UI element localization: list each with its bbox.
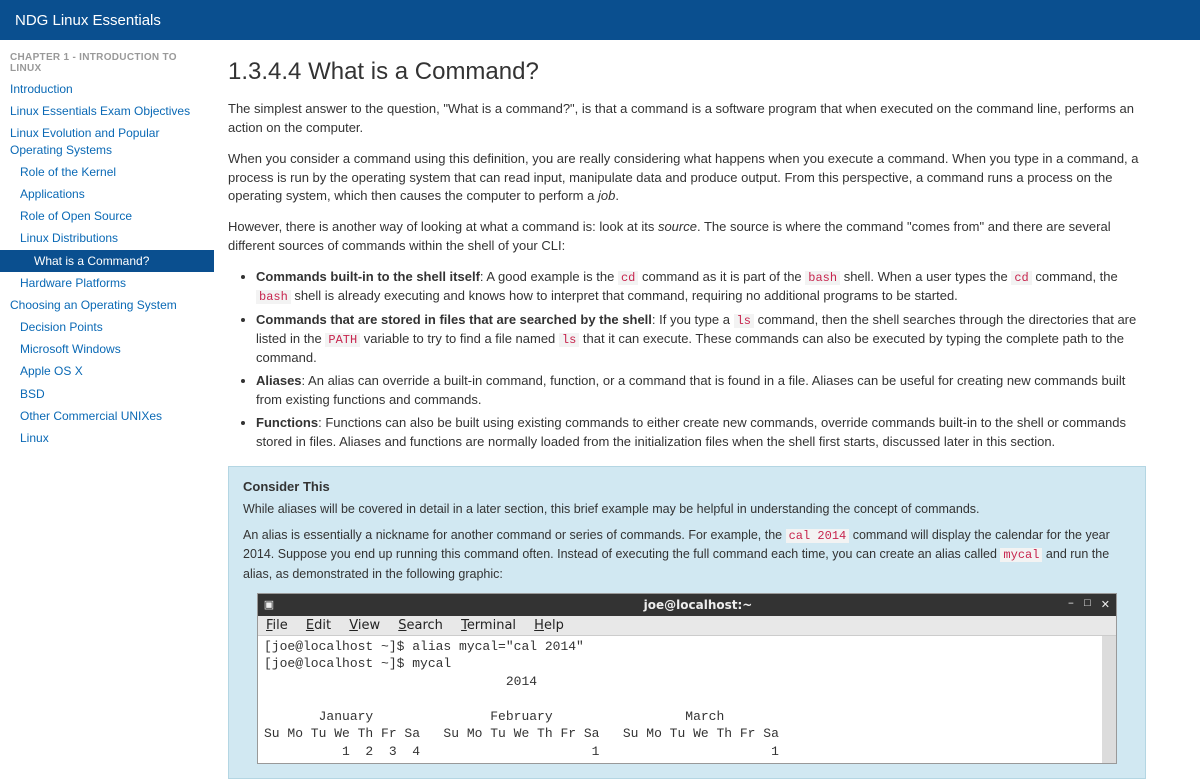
sidebar-item[interactable]: Apple OS X	[0, 360, 214, 382]
paragraph: However, there is another way of looking…	[228, 218, 1146, 256]
app-title: NDG Linux Essentials	[15, 12, 161, 29]
callout-paragraph: While aliases will be covered in detail …	[243, 500, 1131, 518]
content: 1.3.4.4 What is a Command? The simplest …	[214, 40, 1174, 779]
list-item: Aliases: An alias can override a built-i…	[256, 372, 1146, 410]
sidebar-item[interactable]: Microsoft Windows	[0, 338, 214, 360]
sidebar-item[interactable]: Choosing an Operating System	[0, 294, 214, 316]
sidebar: CHAPTER 1 - INTRODUCTION TO LINUX Introd…	[0, 40, 214, 779]
app-header: NDG Linux Essentials	[0, 0, 1200, 40]
sidebar-item[interactable]: BSD	[0, 383, 214, 405]
menu-terminal[interactable]: Terminal	[461, 618, 516, 633]
terminal-body: [joe@localhost ~]$ alias mycal="cal 2014…	[258, 636, 1116, 763]
callout-box: Consider This While aliases will be cove…	[228, 466, 1146, 779]
terminal-window: ▣ joe@localhost:~ – □ ✕ File Edit View S…	[257, 593, 1117, 764]
chapter-label: CHAPTER 1 - INTRODUCTION TO LINUX	[0, 48, 214, 78]
callout-paragraph: An alias is essentially a nickname for a…	[243, 526, 1131, 583]
terminal-titlebar: ▣ joe@localhost:~ – □ ✕	[258, 594, 1116, 616]
paragraph: When you consider a command using this d…	[228, 150, 1146, 207]
menu-file[interactable]: File	[266, 618, 288, 633]
sidebar-item[interactable]: Linux Essentials Exam Objectives	[0, 100, 214, 122]
sidebar-item[interactable]: Decision Points	[0, 316, 214, 338]
menu-edit[interactable]: Edit	[306, 618, 331, 633]
layout: CHAPTER 1 - INTRODUCTION TO LINUX Introd…	[0, 40, 1200, 779]
terminal-menubar: File Edit View Search Terminal Help	[258, 616, 1116, 636]
nav-list: IntroductionLinux Essentials Exam Object…	[0, 78, 214, 449]
terminal-icon: ▣	[258, 598, 280, 611]
sidebar-item[interactable]: Hardware Platforms	[0, 272, 214, 294]
sidebar-item[interactable]: Other Commercial UNIXes	[0, 405, 214, 427]
list-item: Functions: Functions can also be built u…	[256, 414, 1146, 452]
menu-help[interactable]: Help	[534, 618, 564, 633]
sidebar-item[interactable]: Role of the Kernel	[0, 161, 214, 183]
menu-search[interactable]: Search	[398, 618, 443, 633]
menu-view[interactable]: View	[349, 618, 380, 633]
sidebar-item[interactable]: Introduction	[0, 78, 214, 100]
page-title: 1.3.4.4 What is a Command?	[228, 58, 1146, 86]
sidebar-item[interactable]: Linux Evolution and Popular Operating Sy…	[0, 122, 214, 160]
sidebar-item[interactable]: Linux Distributions	[0, 227, 214, 249]
sidebar-item[interactable]: What is a Command?	[0, 250, 214, 272]
callout-title: Consider This	[243, 479, 1131, 494]
bullet-list: Commands built-in to the shell itself: A…	[256, 268, 1146, 452]
paragraph: The simplest answer to the question, "Wh…	[228, 100, 1146, 138]
sidebar-item[interactable]: Role of Open Source	[0, 205, 214, 227]
sidebar-item[interactable]: Linux	[0, 427, 214, 449]
list-item: Commands built-in to the shell itself: A…	[256, 268, 1146, 307]
list-item: Commands that are stored in files that a…	[256, 311, 1146, 369]
sidebar-item[interactable]: Applications	[0, 183, 214, 205]
